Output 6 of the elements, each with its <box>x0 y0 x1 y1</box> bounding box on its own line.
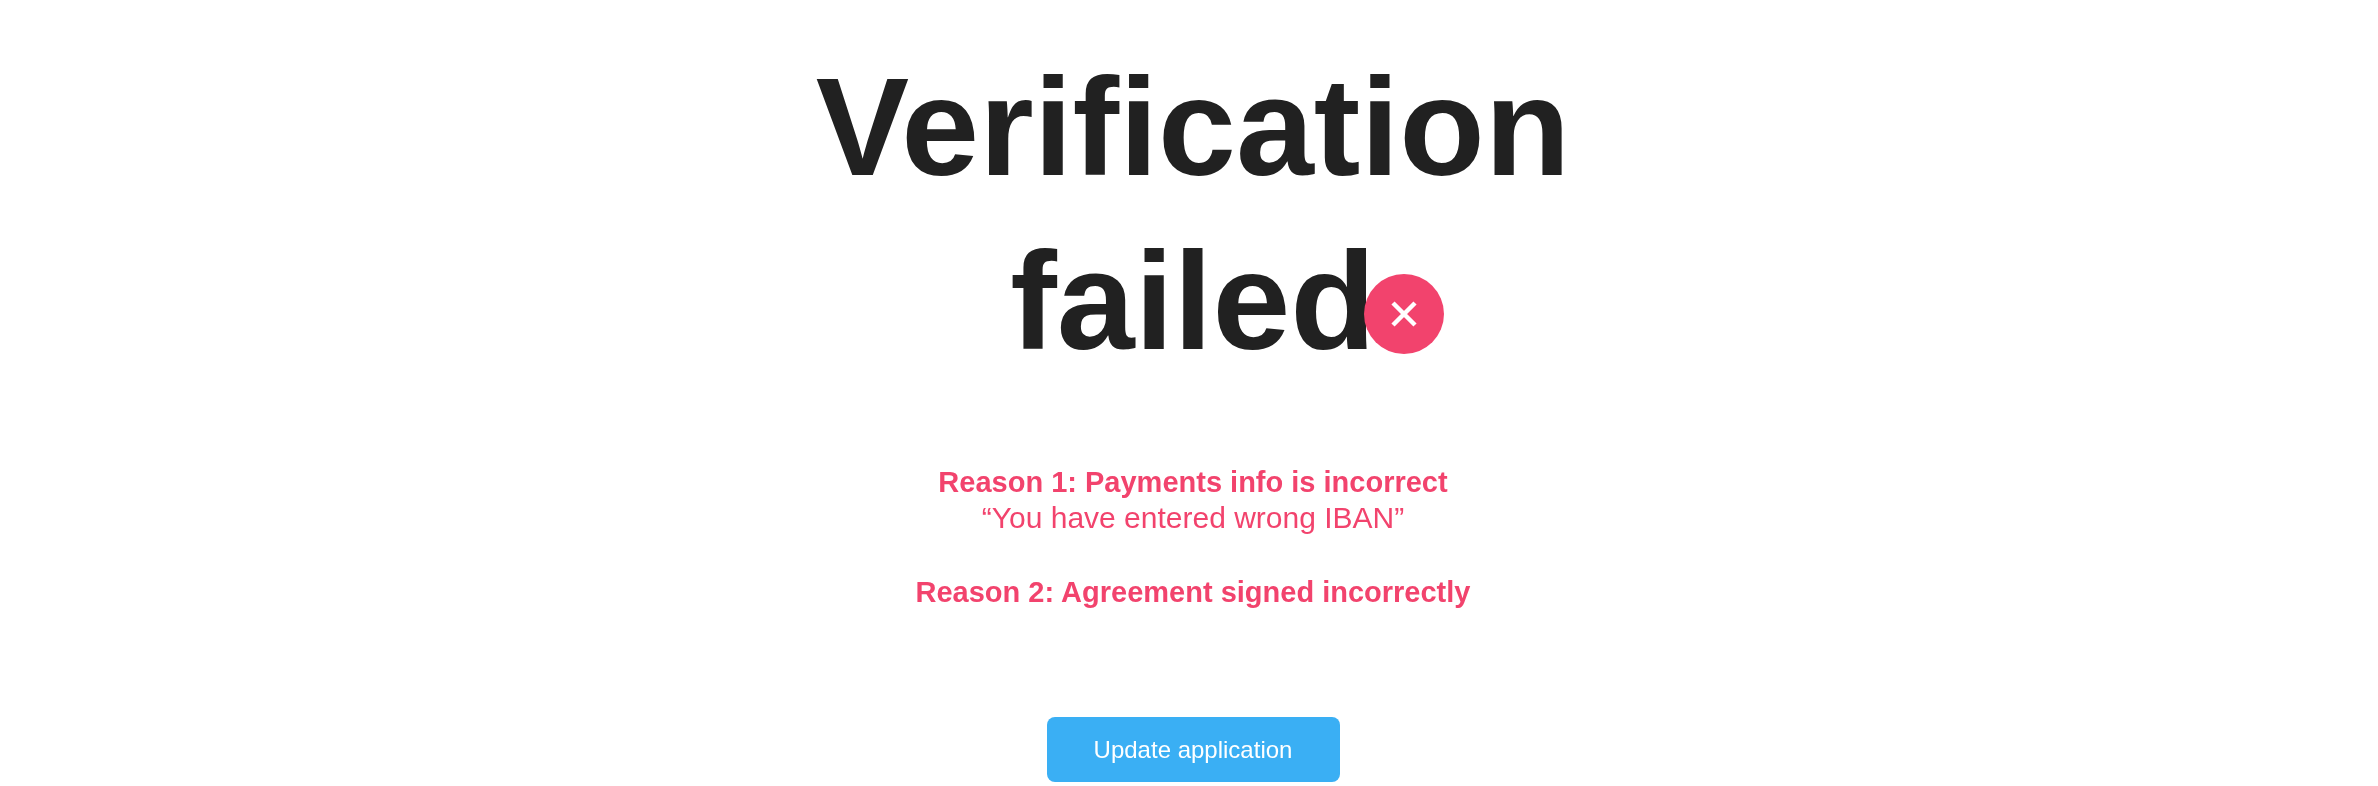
reason-detail: “You have entered wrong IBAN” <box>981 500 1405 536</box>
page-title: Verification <box>815 47 1571 207</box>
reason-title: Reason 2: Agreement signed incorrectly <box>915 575 1471 610</box>
page-title: failed <box>1010 221 1376 381</box>
reason-title: Reason 1: Payments info is incorrect <box>938 465 1448 500</box>
update-application-button[interactable]: Update application <box>1046 717 1340 782</box>
